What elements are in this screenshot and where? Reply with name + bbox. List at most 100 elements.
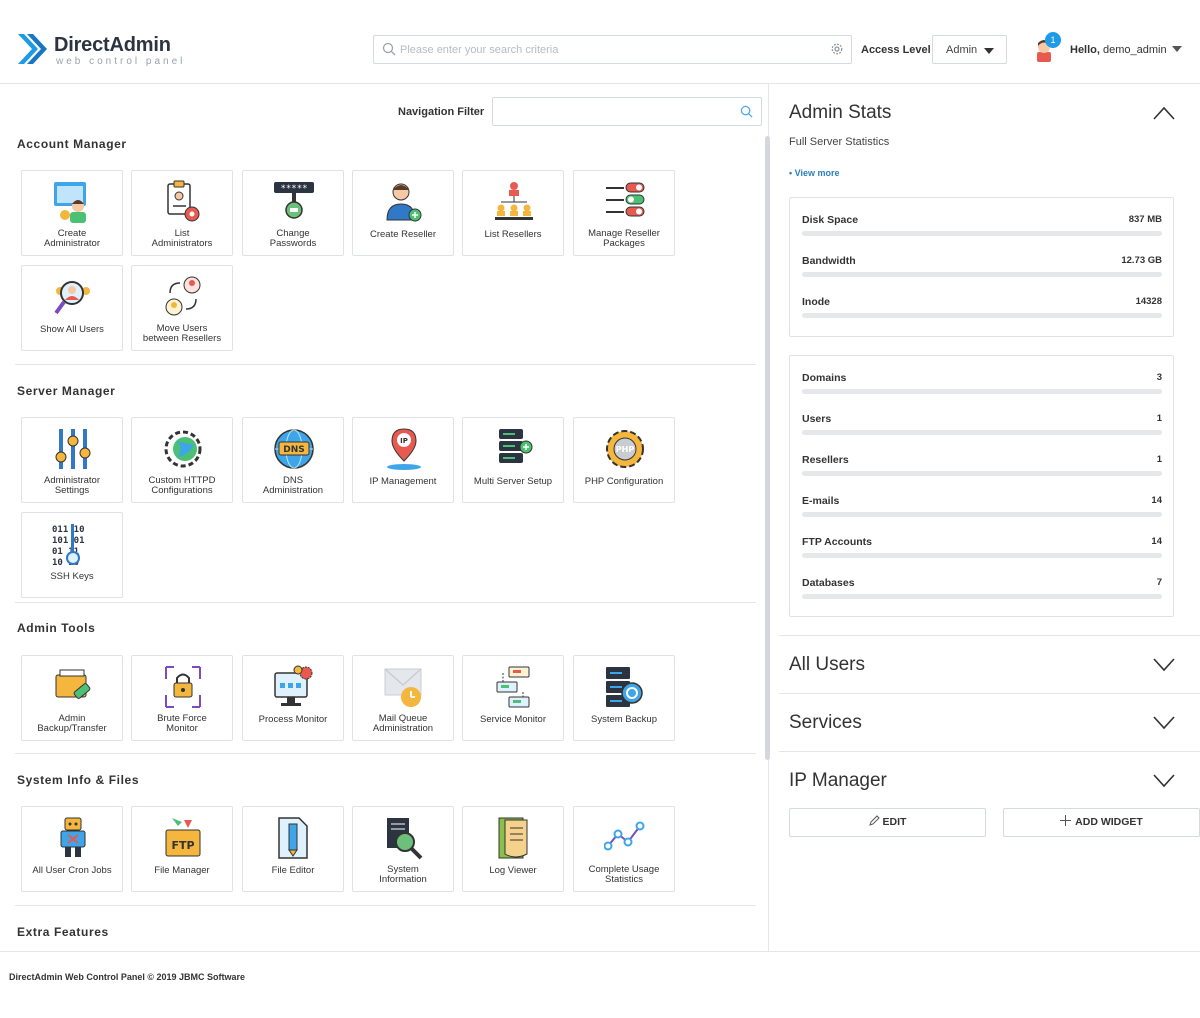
global-search[interactable] bbox=[373, 35, 852, 64]
access-level-select[interactable]: Admin bbox=[932, 35, 1007, 64]
file-editor-icon bbox=[278, 817, 308, 859]
tile-move-users[interactable]: Move Users between Resellers bbox=[131, 265, 233, 351]
tile-label: Administrator Settings bbox=[44, 475, 100, 496]
tile-system-information[interactable]: System Information bbox=[352, 806, 454, 892]
tile-manage-reseller-packages[interactable]: Manage Reseller Packages bbox=[573, 170, 675, 256]
create-administrator-icon bbox=[54, 182, 86, 223]
directadmin-logo[interactable]: DirectAdmin web control panel bbox=[16, 31, 186, 71]
chevron-down-icon[interactable] bbox=[1153, 774, 1175, 788]
stat-value: 7 bbox=[1156, 577, 1162, 588]
stat-value: 1 bbox=[1156, 413, 1162, 424]
svg-text:DNS: DNS bbox=[283, 445, 305, 455]
stat-row: E-mails 14 bbox=[802, 495, 1162, 525]
tile-php-configuration[interactable]: PHP PHP Configuration bbox=[573, 417, 675, 503]
tile-multi-server-setup[interactable]: Multi Server Setup bbox=[462, 417, 564, 503]
tile-label: Admin Backup/Transfer bbox=[37, 713, 107, 734]
backup-transfer-icon bbox=[55, 669, 91, 699]
tile-list-administrators[interactable]: List Administrators bbox=[131, 170, 233, 256]
manage-reseller-packages-icon bbox=[606, 182, 645, 217]
notification-badge[interactable]: 1 bbox=[1045, 32, 1061, 48]
admin-settings-icon bbox=[55, 429, 91, 469]
add-widget-button-label: ADD WIDGET bbox=[1075, 816, 1143, 828]
section-divider bbox=[15, 753, 756, 754]
gear-icon[interactable] bbox=[830, 42, 844, 56]
widget-services-title[interactable]: Services bbox=[789, 712, 862, 734]
chevron-up-icon[interactable] bbox=[1153, 106, 1175, 120]
stat-value: 14328 bbox=[1135, 296, 1162, 307]
tile-mail-queue[interactable]: Mail Queue Administration bbox=[352, 655, 454, 741]
footer-divider bbox=[0, 951, 1200, 952]
plus-icon bbox=[1060, 815, 1072, 826]
tile-create-reseller[interactable]: Create Reseller bbox=[352, 170, 454, 256]
stat-row: FTP Accounts 14 bbox=[802, 536, 1162, 566]
system-info-icon bbox=[387, 818, 423, 860]
user-menu-caret-icon[interactable] bbox=[1172, 46, 1182, 52]
tile-dns-administration[interactable]: DNS DNS Administration bbox=[242, 417, 344, 503]
tile-log-viewer[interactable]: Log Viewer bbox=[462, 806, 564, 892]
tile-process-monitor[interactable]: Process Monitor bbox=[242, 655, 344, 741]
tile-service-monitor[interactable]: Service Monitor bbox=[462, 655, 564, 741]
user-greeting[interactable]: Hello, demo_admin bbox=[1070, 44, 1167, 56]
create-reseller-icon bbox=[386, 183, 422, 222]
tile-system-backup[interactable]: System Backup bbox=[573, 655, 675, 741]
tile-label: IP Management bbox=[369, 476, 437, 487]
stat-bar bbox=[802, 594, 1162, 599]
svg-text:IP: IP bbox=[400, 437, 408, 445]
section-divider bbox=[15, 364, 756, 365]
admin-stats-subtitle: Full Server Statistics bbox=[789, 136, 890, 148]
tile-label: Show All Users bbox=[40, 324, 104, 335]
tile-admin-backup-transfer[interactable]: Admin Backup/Transfer bbox=[21, 655, 123, 741]
stat-bar bbox=[802, 272, 1162, 277]
tile-label: List Administrators bbox=[151, 228, 213, 249]
tile-ssh-keys[interactable]: 011 10 101 01 01 11 10 10 SSH Keys bbox=[21, 512, 123, 598]
chevron-down-icon[interactable] bbox=[1153, 716, 1175, 730]
navigation-filter[interactable] bbox=[492, 97, 762, 126]
widget-all-users-title[interactable]: All Users bbox=[789, 654, 865, 676]
tile-label: Manage Reseller Packages bbox=[588, 228, 660, 249]
stat-value: 837 MB bbox=[1128, 214, 1162, 225]
tile-show-all-users[interactable]: Show All Users bbox=[21, 265, 123, 351]
tile-label: List Resellers bbox=[484, 229, 542, 240]
stat-value: 12.73 GB bbox=[1121, 255, 1162, 266]
tile-label: Create Administrator bbox=[44, 228, 100, 249]
usage-stats-icon bbox=[604, 821, 645, 851]
hello-prefix: Hello, bbox=[1070, 44, 1100, 56]
tile-all-user-cron-jobs[interactable]: All User Cron Jobs bbox=[21, 806, 123, 892]
add-widget-button[interactable]: ADD WIDGET bbox=[1003, 808, 1200, 837]
stat-row: Domains 3 bbox=[802, 372, 1162, 402]
widget-divider bbox=[779, 693, 1200, 694]
widget-divider bbox=[779, 635, 1200, 636]
tile-label: System Information bbox=[379, 864, 427, 885]
tile-file-manager[interactable]: FTP File Manager bbox=[131, 806, 233, 892]
tile-label: Multi Server Setup bbox=[473, 476, 553, 487]
edit-button[interactable]: EDIT bbox=[789, 808, 986, 837]
stat-value: 14 bbox=[1151, 495, 1162, 506]
tile-label: System Backup bbox=[591, 714, 657, 725]
multi-server-icon bbox=[499, 429, 533, 463]
chevron-down-icon[interactable] bbox=[1153, 658, 1175, 672]
stat-bar bbox=[802, 471, 1162, 476]
stat-label: Bandwidth bbox=[802, 255, 856, 267]
tile-custom-httpd[interactable]: Custom HTTPD Configurations bbox=[131, 417, 233, 503]
usage-stats-box: Disk Space 837 MB Bandwidth 12.73 GB Ino… bbox=[789, 197, 1174, 337]
svg-text:FTP: FTP bbox=[171, 839, 194, 852]
tile-file-editor[interactable]: File Editor bbox=[242, 806, 344, 892]
view-more-link[interactable]: • View more bbox=[789, 168, 840, 178]
main-scrollbar[interactable] bbox=[765, 136, 770, 760]
tile-complete-usage-statistics[interactable]: Complete Usage Statistics bbox=[573, 806, 675, 892]
tile-create-administrator[interactable]: Create Administrator bbox=[21, 170, 123, 256]
tile-change-passwords[interactable]: ***** Change Passwords bbox=[242, 170, 344, 256]
tile-ip-management[interactable]: IP IP Management bbox=[352, 417, 454, 503]
tile-label: Complete Usage Statistics bbox=[588, 864, 660, 885]
tile-brute-force-monitor[interactable]: Brute Force Monitor bbox=[131, 655, 233, 741]
logo-tagline: web control panel bbox=[56, 56, 186, 67]
tile-list-resellers[interactable]: List Resellers bbox=[462, 170, 564, 256]
php-config-icon: PHP bbox=[606, 430, 644, 468]
admin-stats-title: Admin Stats bbox=[789, 102, 892, 123]
tile-administrator-settings[interactable]: Administrator Settings bbox=[21, 417, 123, 503]
search-input[interactable] bbox=[400, 40, 820, 60]
widget-ip-manager-title[interactable]: IP Manager bbox=[789, 770, 887, 792]
svg-text:*****: ***** bbox=[280, 184, 307, 194]
show-all-users-icon bbox=[54, 281, 90, 315]
navigation-filter-input[interactable] bbox=[499, 102, 729, 122]
